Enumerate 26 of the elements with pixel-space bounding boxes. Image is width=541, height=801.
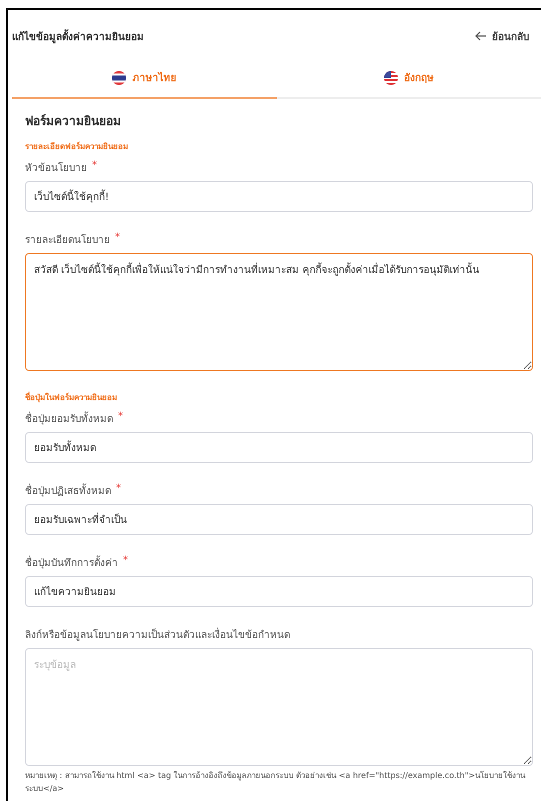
required-mark: * (92, 160, 97, 171)
section-heading: ชื่อปุ่มในฟอร์มความยินยอม (25, 391, 118, 404)
thai-flag-icon (112, 70, 126, 84)
text-field[interactable]: ยอมรับทั้งหมด (25, 432, 533, 463)
field-label: ชื่อปุ่มปฏิเสธทั้งหมด (25, 483, 111, 498)
section-heading: รายละเอียดฟอร์มความยินยอม (25, 140, 129, 153)
field-label: ชื่อปุ่มบันทึกการตั้งค่า (25, 555, 118, 570)
required-mark: * (118, 411, 123, 422)
required-mark: * (115, 232, 120, 243)
back-link[interactable]: ย้อนกลับ (475, 28, 529, 44)
field-label: ชื่อปุ่มยอมรับทั้งหมด (25, 411, 113, 426)
text-field[interactable]: ยอมรับเฉพาะที่จำเป็น (25, 504, 533, 535)
text-field[interactable]: เว็บไซต์นี้ใช้คุกกี้! (25, 181, 533, 212)
required-mark: * (116, 483, 121, 494)
field-label: ลิงก์หรือข้อมูลนโยบายความเป็นส่วนตัวและเงื่อนไขข้อกำหนด (25, 627, 290, 642)
text-area[interactable]: สวัสดี เว็บไซต์นี้ใช้คุกกี้เพื่อให้แน่ใจว่ามีการทำงานที่เหมาะสม คุกกี้จะถูกตั้งค่าเมื่อได้รับการอนุมัติเท่านั้น (25, 253, 533, 371)
text-field[interactable]: แก้ไขความยินยอม (25, 576, 533, 607)
form-title: ฟอร์มความยินยอม (25, 113, 122, 130)
arrow-left-icon (475, 31, 487, 41)
required-mark: * (123, 555, 128, 566)
field-label: รายละเอียดนโยบาย (25, 233, 110, 247)
help-note: หมายเหตุ : สามารถใช้งาน html <a> tag ในการอ้างอิงถึงข้อมูลภายนอกระบบ ตัวอย่างเช่น <a href="https://example.co.th">นโยบายใช้งานระบบ</a> (25, 770, 526, 795)
text-area[interactable]: ระบุข้อมูล (25, 648, 533, 766)
page-title: แก้ไขข้อมูลตั้งค่าความยินยอม (12, 28, 144, 44)
field-label: หัวข้อนโยบาย (25, 161, 87, 175)
us-flag-icon (384, 70, 398, 84)
